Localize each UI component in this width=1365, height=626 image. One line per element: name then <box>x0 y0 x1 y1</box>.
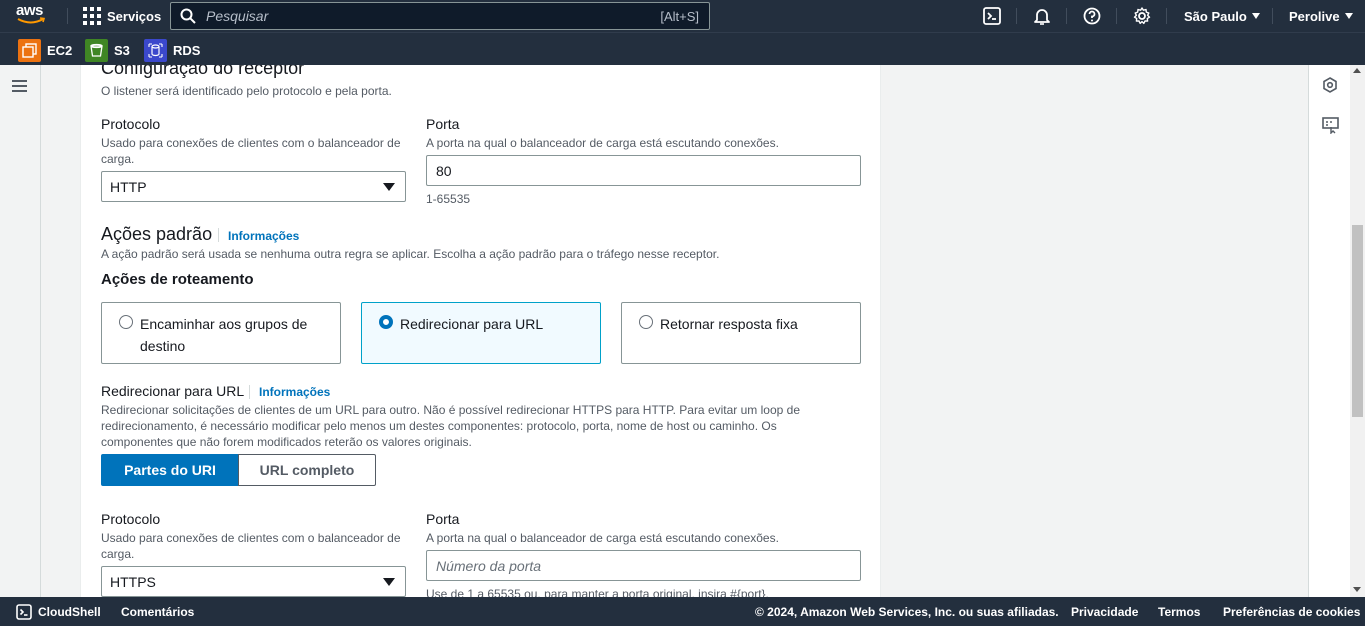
section-description: O listener será identificado pelo protoc… <box>101 84 392 98</box>
redirect-protocol-value: HTTPS <box>110 573 156 590</box>
scrollbar-thumb[interactable] <box>1352 225 1363 417</box>
port-description: A porta na qual o balanceador de carga e… <box>426 136 779 150</box>
favorite-rds[interactable]: RDS <box>144 38 201 62</box>
cloudshell-icon[interactable] <box>982 6 1002 26</box>
routing-option-label: Redirecionar para URL <box>400 316 544 332</box>
region-label: São Paulo <box>1184 8 1247 24</box>
redirect-port-input[interactable] <box>426 550 861 581</box>
nav-divider <box>1016 8 1017 24</box>
redirect-description: Redirecionar solicitações de clientes de… <box>101 403 800 449</box>
port-hint: 1-65535 <box>426 192 471 206</box>
nav-divider <box>67 8 68 24</box>
default-actions-info-link[interactable]: Informações <box>228 229 299 243</box>
dropdown-caret-icon <box>383 183 395 191</box>
favorite-label: EC2 <box>47 42 73 58</box>
ec2-service-icon <box>18 38 41 62</box>
right-rail <box>1308 65 1350 597</box>
footer-terms-link[interactable]: Termos <box>1158 597 1200 626</box>
footer: CloudShell Comentários © 2024, Amazon We… <box>0 597 1365 626</box>
help-icon[interactable] <box>1082 6 1102 26</box>
footer-copyright: © 2024, Amazon Web Services, Inc. ou sua… <box>755 604 1059 619</box>
caret-down-icon <box>1344 13 1353 19</box>
radio-button-selected[interactable] <box>379 315 393 329</box>
dropdown-caret-icon <box>383 578 395 586</box>
hexagon-info-icon[interactable] <box>1322 77 1338 98</box>
routing-option-label: Encaminhar aos grupos de destino <box>140 316 308 354</box>
s3-bucket-icon <box>85 38 108 62</box>
services-label: Serviços <box>107 8 162 24</box>
routing-option-fixed-response[interactable]: Retornar resposta fixa <box>621 302 861 364</box>
footer-privacy-link[interactable]: Privacidade <box>1071 597 1138 626</box>
redirect-info-link[interactable]: Informações <box>259 385 330 399</box>
nav-divider <box>1066 8 1067 24</box>
protocol-select-value: HTTP <box>110 178 147 195</box>
footer-cloudshell-label: CloudShell <box>38 604 101 619</box>
nav-divider <box>1166 8 1167 24</box>
protocol-label: Protocolo <box>101 116 161 132</box>
favorites-bar: EC2 S3 RDS <box>0 32 1365 65</box>
search-bar[interactable]: [Alt+S] <box>170 2 710 30</box>
nav-divider <box>1116 8 1117 24</box>
segment-uri-parts[interactable]: Partes do URI <box>101 454 239 486</box>
feedback-panel-icon[interactable] <box>1322 117 1339 139</box>
redirect-protocol-select[interactable]: HTTPS <box>101 566 406 597</box>
settings-icon[interactable] <box>1132 6 1152 26</box>
bell-icon[interactable] <box>1032 6 1052 26</box>
title-separator <box>249 385 250 399</box>
listener-config-card: Configuração do receptor O listener será… <box>80 65 881 597</box>
region-selector[interactable]: São Paulo <box>1184 0 1260 32</box>
section-title: Configuração do receptor <box>101 65 305 78</box>
account-label: Perolive <box>1289 8 1340 24</box>
cloudshell-icon <box>16 603 32 620</box>
redirect-port-description: A porta na qual o balanceador de carga e… <box>426 531 779 545</box>
favorite-s3[interactable]: S3 <box>85 38 130 62</box>
redirect-title: Redirecionar para URL <box>101 383 245 399</box>
default-actions-title: Ações padrão <box>101 224 213 244</box>
search-input[interactable] <box>206 6 606 26</box>
segment-full-url[interactable]: URL completo <box>238 454 376 486</box>
nav-divider <box>1272 8 1273 24</box>
rds-database-icon <box>144 38 167 62</box>
protocol-select[interactable]: HTTP <box>101 171 406 202</box>
title-separator <box>218 228 219 242</box>
default-actions-description: A ação padrão será usada se nenhuma outr… <box>101 247 720 261</box>
routing-option-redirect[interactable]: Redirecionar para URL <box>361 302 601 364</box>
favorite-label: S3 <box>114 42 130 58</box>
radio-button[interactable] <box>119 315 133 329</box>
scroll-up-arrow-icon[interactable] <box>1353 68 1361 73</box>
protocol-description: Usado para conexões de clientes com o ba… <box>101 136 401 166</box>
search-icon <box>180 8 196 24</box>
caret-down-icon <box>1251 13 1260 19</box>
routing-option-label: Retornar resposta fixa <box>660 316 798 332</box>
redirect-port-label: Porta <box>426 511 460 527</box>
footer-cloudshell-button[interactable]: CloudShell <box>16 597 101 626</box>
footer-comments-link[interactable]: Comentários <box>121 597 194 626</box>
top-navigation: aws Serviços [Alt+S] São Paulo Perolive <box>0 0 1365 32</box>
port-label: Porta <box>426 116 460 132</box>
left-rail <box>0 65 41 597</box>
favorite-ec2[interactable]: EC2 <box>18 38 73 62</box>
redirect-port-hint: Use de 1 a 65535 ou, para manter a porta… <box>426 587 769 597</box>
redirect-protocol-label: Protocolo <box>101 511 161 527</box>
scroll-down-arrow-icon[interactable] <box>1353 587 1361 592</box>
footer-cookies-link[interactable]: Preferências de cookies <box>1223 597 1360 626</box>
aws-logo[interactable]: aws <box>16 2 50 28</box>
radio-button[interactable] <box>639 315 653 329</box>
services-menu-button[interactable]: Serviços <box>83 0 161 32</box>
routing-actions-title: Ações de roteamento <box>101 271 254 288</box>
favorite-label: RDS <box>173 42 201 58</box>
account-menu[interactable]: Perolive <box>1289 0 1353 32</box>
port-input[interactable] <box>426 155 861 186</box>
page-scrollbar[interactable] <box>1350 65 1365 597</box>
grid-icon <box>83 7 101 25</box>
redirect-protocol-description: Usado para conexões de clientes com o ba… <box>101 531 401 561</box>
aws-logo-text: aws <box>16 2 43 19</box>
search-shortcut-hint: [Alt+S] <box>660 9 699 24</box>
routing-option-forward[interactable]: Encaminhar aos grupos de destino <box>101 302 341 364</box>
menu-hamburger-icon[interactable] <box>12 80 27 92</box>
